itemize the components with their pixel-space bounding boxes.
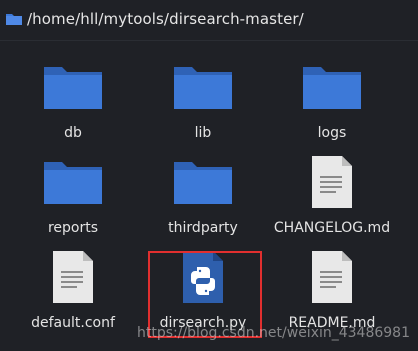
- file-item-changelog[interactable]: CHANGELOG.md: [262, 150, 402, 246]
- item-label: logs: [317, 125, 347, 141]
- text-file-icon: [262, 245, 402, 309]
- item-label: db: [64, 125, 82, 141]
- folder-item-reports[interactable]: reports: [3, 150, 143, 246]
- text-file-icon: [3, 245, 143, 309]
- file-item-default-conf[interactable]: default.conf: [3, 245, 143, 341]
- item-label: default.conf: [31, 315, 115, 331]
- item-label: lib: [194, 125, 212, 141]
- folder-icon: [133, 55, 273, 119]
- folder-icon: [262, 55, 402, 119]
- item-label: reports: [47, 220, 99, 236]
- item-label: CHANGELOG.md: [273, 220, 391, 236]
- folder-icon: [133, 150, 273, 214]
- item-label: thirdparty: [168, 220, 238, 236]
- folder-item-lib[interactable]: lib: [133, 55, 273, 151]
- header-divider: [0, 40, 418, 41]
- folder-icon: [3, 55, 143, 119]
- folder-icon: [6, 14, 22, 25]
- folder-item-logs[interactable]: logs: [262, 55, 402, 151]
- folder-icon: [3, 150, 143, 214]
- text-file-icon: [262, 150, 402, 214]
- current-path: /home/hll/mytools/dirsearch-master/: [27, 10, 304, 28]
- folder-item-db[interactable]: db: [3, 55, 143, 151]
- path-bar[interactable]: /home/hll/mytools/dirsearch-master/: [0, 0, 418, 38]
- watermark: https://blog.csdn.net/weixin_43486981: [136, 325, 410, 341]
- folder-item-thirdparty[interactable]: thirdparty: [133, 150, 273, 246]
- file-manager-window: /home/hll/mytools/dirsearch-master/ db l…: [0, 0, 418, 351]
